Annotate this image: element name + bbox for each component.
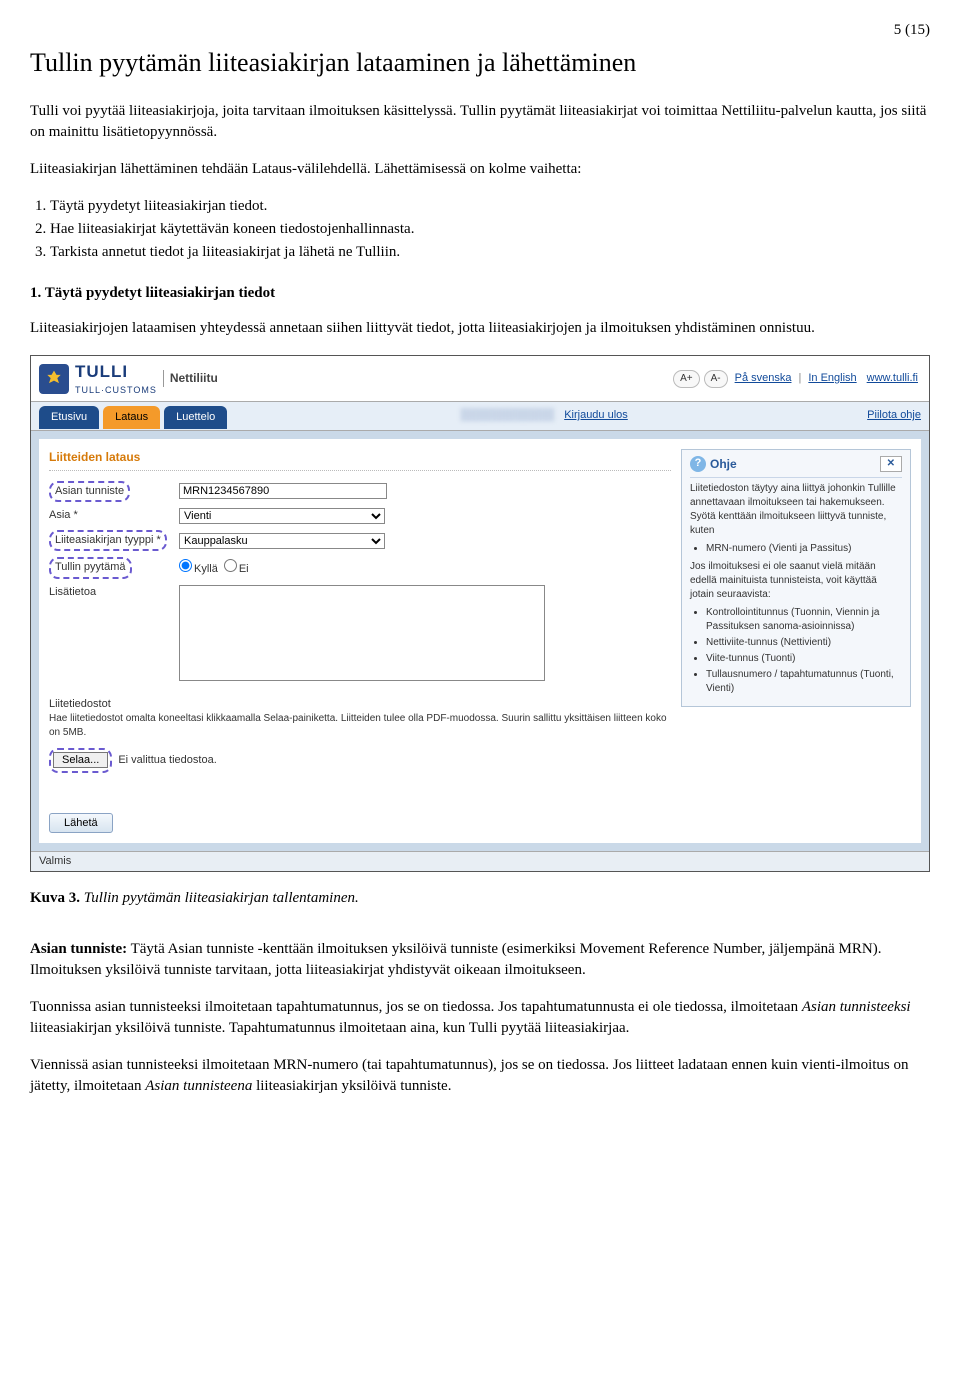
label-pyytama: Tullin pyytämä	[49, 557, 132, 578]
attach-heading: Liitetiedostot	[49, 697, 671, 712]
user-name-blurred: ████████████	[461, 408, 555, 423]
textarea-lisatietoa[interactable]	[179, 585, 545, 681]
site-link[interactable]: www.tulli.fi	[867, 371, 918, 386]
help-li2d: Tullausnumero / tapahtumatunnus (Tuonti,…	[706, 668, 902, 696]
intro-paragraph-1: Tulli voi pyytää liiteasiakirjoja, joita…	[30, 101, 930, 143]
steps-list: Täytä pyydetyt liiteasiakirjan tiedot. H…	[50, 196, 930, 263]
body-p3: Viennissä asian tunnisteeksi ilmoitetaan…	[30, 1055, 930, 1097]
help-box: ? Ohje ✕ Liitetiedoston täytyy aina liit…	[681, 449, 911, 707]
brand-subtitle: TULL·CUSTOMS	[75, 384, 157, 397]
attach-note: Hae liitetiedostot omalta koneeltasi kli…	[49, 712, 671, 740]
help-li2a: Kontrollointitunnus (Tuonnin, Viennin ja…	[706, 606, 902, 634]
row-tyyppi: Liiteasiakirjan tyyppi * Kauppalasku	[49, 530, 671, 551]
radio-group-pyytama: Kyllä Ei	[179, 559, 249, 577]
section-1-heading: 1. Täytä pyydetyt liiteasiakirjan tiedot	[30, 283, 930, 304]
label-asian-tunniste: Asian tunniste	[49, 481, 130, 502]
body-p1-strong: Asian tunniste:	[30, 941, 127, 957]
radio-no-wrap[interactable]: Ei	[224, 559, 249, 577]
help-column: ? Ohje ✕ Liitetiedoston täytyy aina liit…	[681, 449, 911, 833]
font-increase-button[interactable]: A+	[673, 370, 700, 388]
app-screenshot: TULLI TULL·CUSTOMS Nettiliitu A+ A- På s…	[30, 355, 930, 872]
tulli-logo-icon	[39, 364, 69, 394]
label-lisatietoa: Lisätietoa	[49, 585, 179, 600]
input-asian-tunniste[interactable]	[179, 483, 387, 499]
row-asia: Asia * Vienti	[49, 508, 671, 524]
body-p3b: liiteasiakirjan yksilöivä tunniste.	[252, 1078, 451, 1094]
body-p3-i1: Asian tunnisteena	[145, 1078, 252, 1094]
caption-italic: Tullin pyytämän liiteasiakirjan tallenta…	[80, 890, 359, 906]
lang-swedish-link[interactable]: På svenska	[735, 371, 792, 386]
content-area: Liitteiden lataus Asian tunniste Asia * …	[39, 439, 921, 843]
tab-etusivu[interactable]: Etusivu	[39, 406, 99, 429]
separator: |	[798, 371, 801, 386]
help-icon: ?	[690, 456, 706, 472]
row-tunniste: Asian tunniste	[49, 481, 671, 502]
help-li2b: Nettiviite-tunnus (Nettivienti)	[706, 636, 902, 650]
step-3: Tarkista annetut tiedot ja liiteasiakirj…	[50, 242, 930, 263]
radio-no-label: Ei	[239, 563, 249, 575]
body-p1: Asian tunniste: Täytä Asian tunniste -ke…	[30, 939, 930, 981]
help-title-row: ? Ohje ✕	[690, 456, 902, 478]
intro-paragraph-2: Liiteasiakirjan lähettäminen tehdään Lat…	[30, 159, 930, 180]
body-p1-text: Täytä Asian tunniste -kenttään ilmoituks…	[30, 941, 881, 978]
radio-yes[interactable]	[179, 559, 192, 572]
body-p2: Tuonnissa asian tunnisteeksi ilmoitetaan…	[30, 997, 930, 1039]
page-number: 5 (15)	[30, 20, 930, 41]
browse-button[interactable]: Selaa...	[53, 752, 108, 768]
select-asia[interactable]: Vienti	[179, 508, 385, 524]
radio-yes-wrap[interactable]: Kyllä	[179, 559, 218, 577]
body-p2b: liiteasiakirjan yksilöivä tunniste. Tapa…	[30, 1020, 629, 1036]
figure-caption: Kuva 3. Tullin pyytämän liiteasiakirjan …	[30, 888, 930, 909]
step-2: Hae liiteasiakirjat käytettävän koneen t…	[50, 219, 930, 240]
label-asia: Asia *	[49, 508, 179, 523]
body-p2a: Tuonnissa asian tunnisteeksi ilmoitetaan…	[30, 999, 802, 1015]
no-file-text: Ei valittua tiedostoa.	[118, 753, 216, 768]
service-name: Nettiliitu	[163, 370, 218, 387]
step-1: Täytä pyydetyt liiteasiakirjan tiedot.	[50, 196, 930, 217]
radio-yes-label: Kyllä	[194, 563, 218, 575]
tab-lataus[interactable]: Lataus	[103, 406, 160, 429]
select-tyyppi[interactable]: Kauppalasku	[179, 533, 385, 549]
label-tyyppi: Liiteasiakirjan tyyppi *	[49, 530, 167, 551]
radio-no[interactable]	[224, 559, 237, 572]
row-lisatietoa: Lisätietoa	[49, 585, 671, 681]
form-column: Liitteiden lataus Asian tunniste Asia * …	[49, 449, 671, 833]
browse-row: Selaa... Ei valittua tiedostoa.	[49, 748, 671, 772]
submit-button[interactable]: Lähetä	[49, 813, 113, 833]
help-p2: Jos ilmoituksesi ei ole saanut vielä mit…	[690, 560, 902, 602]
lang-english-link[interactable]: In English	[808, 371, 856, 386]
help-p1: Liitetiedoston täytyy aina liittyä johon…	[690, 482, 902, 538]
help-list-1: MRN-numero (Vienti ja Passitus)	[706, 542, 902, 556]
form-panel-title: Liitteiden lataus	[49, 449, 671, 471]
body-p2-i1: Asian tunnisteeksi	[802, 999, 911, 1015]
help-list-2: Kontrollointitunnus (Tuonnin, Viennin ja…	[706, 606, 902, 696]
help-title: Ohje	[710, 456, 737, 473]
help-li2c: Viite-tunnus (Tuonti)	[706, 652, 902, 666]
tab-luettelo[interactable]: Luettelo	[164, 406, 227, 429]
font-decrease-button[interactable]: A-	[704, 370, 728, 388]
status-bar: Valmis	[31, 851, 929, 871]
help-close-button[interactable]: ✕	[880, 456, 902, 472]
caption-bold: Kuva 3.	[30, 890, 80, 906]
main-title: Tullin pyytämän liiteasiakirjan lataamin…	[30, 45, 930, 81]
banner: TULLI TULL·CUSTOMS Nettiliitu A+ A- På s…	[31, 356, 929, 401]
submit-row: Lähetä	[49, 813, 671, 833]
row-pyytama: Tullin pyytämä Kyllä Ei	[49, 557, 671, 578]
brand-text: TULLI TULL·CUSTOMS	[75, 360, 157, 396]
section-1-paragraph: Liiteasiakirjojen lataamisen yhteydessä …	[30, 318, 930, 339]
logout-link[interactable]: Kirjaudu ulos	[564, 408, 628, 423]
help-li1: MRN-numero (Vienti ja Passitus)	[706, 542, 902, 556]
nav-row: Etusivu Lataus Luettelo ████████████ Kir…	[31, 402, 929, 431]
hide-help-link[interactable]: Piilota ohje	[867, 408, 921, 423]
brand-name: TULLI	[75, 360, 157, 384]
